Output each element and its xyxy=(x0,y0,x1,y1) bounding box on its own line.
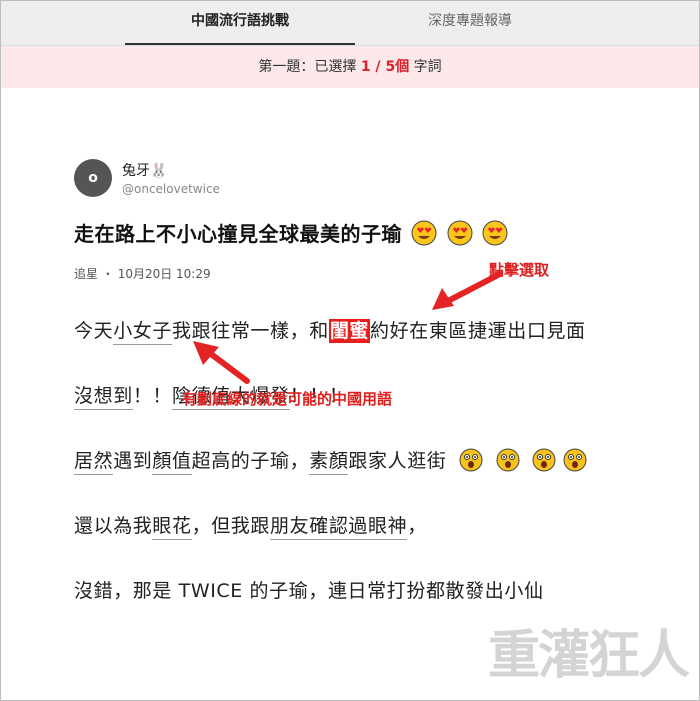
tab-china-slang-challenge[interactable]: 中國流行語挑戰 xyxy=(125,1,355,45)
text-segment: 還以為我 xyxy=(74,515,153,537)
status-separator: / xyxy=(370,59,386,75)
tab-in-depth-reports[interactable]: 深度專題報導 xyxy=(355,1,585,45)
text-segment: 沒錯，那是 TWICE 的子瑜，連日常打扮都散發出小仙 xyxy=(74,580,544,602)
astonished-emoji-icon xyxy=(532,448,556,472)
heart-eyes-emoji-icon xyxy=(482,220,508,246)
annotation-underline-hint: 有劃底線的就是可能的中國用語 xyxy=(182,390,393,408)
arrow-icon xyxy=(432,271,503,310)
selected-word[interactable]: 閨蜜 xyxy=(328,319,371,343)
candidate-word[interactable]: 小女子 xyxy=(113,320,173,345)
astonished-emoji-icon xyxy=(496,448,520,472)
candidate-word[interactable]: 眼花 xyxy=(152,515,192,540)
post-body: 今天小女子我跟往常一樣，和閨蜜約好在東區捷運出口見面 沒想到！！陰德值大爆發！！… xyxy=(74,309,634,634)
text-segment: 約好在東區捷運出口見面 xyxy=(370,320,586,342)
text-segment: 超高的子瑜， xyxy=(191,450,310,472)
candidate-word[interactable]: 沒想到 xyxy=(74,385,133,410)
candidate-word[interactable]: 居然 xyxy=(74,450,114,475)
status-total-count: 5 xyxy=(385,59,396,75)
tab-bar: 中國流行語挑戰 深度專題報導 xyxy=(1,1,699,46)
screenshot-frame: 中國流行語挑戰 深度專題報導 第一題：已選擇 1 / 5個 字詞 o 兔牙🐰 @… xyxy=(0,0,700,701)
selection-status-bar: 第一題：已選擇 1 / 5個 字詞 xyxy=(1,46,699,88)
avatar[interactable]: o xyxy=(74,159,112,197)
post-title-text: 走在路上不小心撞見全球最美的子瑜 xyxy=(74,222,402,246)
user-name[interactable]: 兔牙🐰 xyxy=(122,160,167,180)
meta-dot: ・ xyxy=(101,267,114,281)
heart-eyes-emoji-icon xyxy=(411,220,437,246)
post-meta: 追星 ・ 10月20日 10:29 xyxy=(74,265,211,282)
astonished-emoji-icon xyxy=(459,448,483,472)
user-handle: @oncelovetwice xyxy=(122,182,220,196)
paragraph-5: 沒錯，那是 TWICE 的子瑜，連日常打扮都散發出小仙 xyxy=(74,569,634,614)
text-segment: ，但我跟 xyxy=(191,515,271,537)
post-category[interactable]: 追星 xyxy=(74,267,98,281)
candidate-word[interactable]: 朋友 xyxy=(270,515,310,540)
status-suffix: 字詞 xyxy=(409,59,442,75)
text-segment: 今天 xyxy=(74,320,114,342)
text-segment: ！！ xyxy=(132,385,173,407)
astonished-emoji-icon xyxy=(563,448,587,472)
text-segment: 遇到 xyxy=(113,450,153,472)
status-unit: 個 xyxy=(395,59,410,75)
paragraph-1: 今天小女子我跟往常一樣，和閨蜜約好在東區捷運出口見面 xyxy=(74,309,634,354)
paragraph-4: 還以為我眼花，但我跟朋友確認過眼神， xyxy=(74,504,634,549)
arrow-icon xyxy=(193,341,250,384)
text-segment: 跟家人逛街 xyxy=(348,450,447,472)
post-title: 走在路上不小心撞見全球最美的子瑜 xyxy=(74,218,508,247)
post-date: 10月20日 10:29 xyxy=(117,267,211,281)
candidate-word[interactable]: 顏值 xyxy=(152,450,192,475)
heart-eyes-emoji-icon xyxy=(447,220,473,246)
candidate-word[interactable]: 素顏 xyxy=(309,450,349,475)
status-prefix: 第一題：已選擇 xyxy=(258,59,361,75)
status-selected-count: 1 xyxy=(360,59,371,75)
watermark-logo: 重灌狂人 xyxy=(488,626,690,686)
candidate-word[interactable]: 確認過眼神 xyxy=(309,515,408,540)
paragraph-3: 居然遇到顏值超高的子瑜，素顏跟家人逛街 xyxy=(74,439,634,484)
text-segment: ， xyxy=(407,515,427,537)
